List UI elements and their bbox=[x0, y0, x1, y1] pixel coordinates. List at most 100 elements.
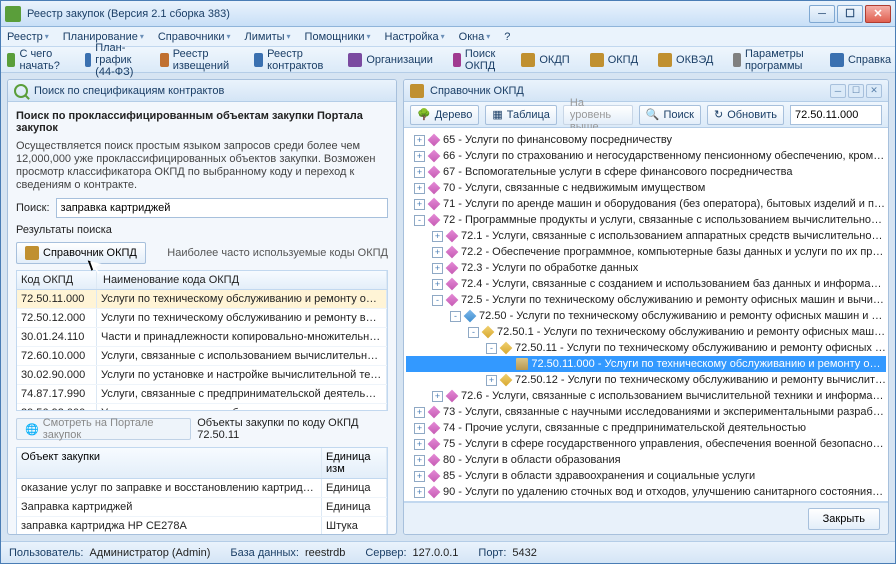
table-view-button[interactable]: ▦Таблица bbox=[485, 105, 557, 125]
tree-node[interactable]: +80 - Услуги в области образования bbox=[406, 452, 886, 468]
col-unit-header[interactable]: Единица изм bbox=[322, 448, 387, 478]
result-row[interactable]: 72.60.10.000Услуги, связанные с использо… bbox=[17, 347, 387, 366]
tree-node[interactable]: +65 - Услуги по финансовому посредничест… bbox=[406, 132, 886, 148]
view-on-portal-button[interactable]: 🌐 Смотреть на Портале закупок bbox=[16, 418, 191, 440]
panel-maximize-button[interactable]: ☐ bbox=[848, 84, 864, 98]
menu-настройка[interactable]: Настройка ▾ bbox=[385, 31, 445, 43]
pink-icon bbox=[428, 486, 441, 499]
code-input[interactable] bbox=[790, 105, 882, 125]
maximize-button[interactable]: ☐ bbox=[837, 5, 863, 23]
result-row[interactable]: 74.87.17.990Услуги, связанные с предприн… bbox=[17, 385, 387, 404]
toolbar-с-чего-начать?[interactable]: С чего начать? bbox=[7, 48, 65, 72]
tree-node[interactable]: +72.2 - Обеспечение программное, компьют… bbox=[406, 244, 886, 260]
level-up-button[interactable]: На уровень выше bbox=[563, 105, 633, 125]
tree-node[interactable]: -72.50 - Услуги по техническому обслужив… bbox=[406, 308, 886, 324]
expander-icon[interactable]: + bbox=[414, 151, 425, 162]
expander-icon[interactable]: + bbox=[432, 391, 443, 402]
toolbar-организации[interactable]: Организации bbox=[348, 53, 433, 67]
result-row[interactable]: 72.50.11.000Услуги по техническому обслу… bbox=[17, 290, 387, 309]
col-object-header[interactable]: Объект закупки bbox=[17, 448, 322, 478]
result-row[interactable]: 72.50.12.000Услуги по техническому обслу… bbox=[17, 309, 387, 328]
expander-icon[interactable]: + bbox=[414, 455, 425, 466]
tree-node[interactable]: +75 - Услуги в сфере государственного уп… bbox=[406, 436, 886, 452]
menu-справочники[interactable]: Справочники ▾ bbox=[158, 31, 231, 43]
minimize-button[interactable]: ─ bbox=[809, 5, 835, 23]
toolbar-окпд[interactable]: ОКПД bbox=[590, 53, 638, 67]
menu-окна[interactable]: Окна ▾ bbox=[459, 31, 491, 43]
expander-icon[interactable]: + bbox=[432, 247, 443, 258]
expander-icon[interactable]: + bbox=[432, 263, 443, 274]
close-button[interactable]: Закрыть bbox=[808, 508, 880, 530]
expander-icon[interactable]: - bbox=[486, 343, 497, 354]
panel-minimize-button[interactable]: ─ bbox=[830, 84, 846, 98]
result-row[interactable]: 29.56.92.000Услуги по техническому обслу… bbox=[17, 404, 387, 410]
refresh-button[interactable]: ↻Обновить bbox=[707, 105, 784, 125]
results-label: Результаты поиска bbox=[16, 224, 388, 236]
expander-icon[interactable]: + bbox=[414, 439, 425, 450]
panel-close-button[interactable]: ✕ bbox=[866, 84, 882, 98]
search-button[interactable]: 🔍Поиск bbox=[639, 105, 701, 125]
tree-node[interactable]: +85 - Услуги в области здравоохранения и… bbox=[406, 468, 886, 484]
tree-node[interactable]: -72.50.11 - Услуги по техническому обслу… bbox=[406, 340, 886, 356]
menu-?[interactable]: ? bbox=[504, 31, 510, 43]
result-row[interactable]: 30.02.90.000Услуги по установке и настро… bbox=[17, 366, 387, 385]
menu-лимиты[interactable]: Лимиты ▾ bbox=[245, 31, 291, 43]
expander-icon[interactable]: + bbox=[414, 407, 425, 418]
tree-node[interactable]: +73 - Услуги, связанные с научными иссле… bbox=[406, 404, 886, 420]
expander-icon[interactable]: + bbox=[414, 167, 425, 178]
tree-node[interactable]: +70 - Услуги, связанные с недвижимым иму… bbox=[406, 180, 886, 196]
tree-node[interactable]: +74 - Прочие услуги, связанные с предпри… bbox=[406, 420, 886, 436]
toolbar-реестр-извещений[interactable]: Реестр извещений bbox=[160, 48, 234, 72]
expander-icon[interactable]: - bbox=[432, 295, 443, 306]
toolbar-оквэд[interactable]: ОКВЭД bbox=[658, 53, 713, 67]
tree-node[interactable]: 72.50.11.000 - Услуги по техническому об… bbox=[406, 356, 886, 372]
object-row[interactable]: заправка картриджа HP CE278AШтука bbox=[17, 517, 387, 534]
col-name-header[interactable]: Наименование кода ОКПД bbox=[99, 271, 387, 289]
toolbar-справка[interactable]: Справка bbox=[830, 53, 891, 67]
expander-icon[interactable]: - bbox=[414, 215, 425, 226]
spravochnik-okpd-button[interactable]: Справочник ОКПД bbox=[16, 242, 146, 264]
tree-node[interactable]: +72.50.12 - Услуги по техническому обслу… bbox=[406, 372, 886, 388]
tree-node[interactable]: +71 - Услуги по аренде машин и оборудова… bbox=[406, 196, 886, 212]
statusbar: Пользователь:Администратор (Admin) База … bbox=[1, 541, 895, 563]
tree-node[interactable]: +67 - Вспомогательные услуги в сфере фин… bbox=[406, 164, 886, 180]
tree-node[interactable]: -72.5 - Услуги по техническому обслужива… bbox=[406, 292, 886, 308]
expander-icon[interactable]: + bbox=[414, 471, 425, 482]
toolbar-параметры-программы[interactable]: Параметры программы bbox=[733, 48, 810, 72]
tree-node[interactable]: +90 - Услуги по удалению сточных вод и о… bbox=[406, 484, 886, 500]
expander-icon[interactable]: + bbox=[414, 423, 425, 434]
expander-icon[interactable]: + bbox=[414, 199, 425, 210]
tree-node[interactable]: +72.3 - Услуги по обработке данных bbox=[406, 260, 886, 276]
expander-icon[interactable]: + bbox=[414, 135, 425, 146]
tree-view-button[interactable]: 🌳Дерево bbox=[410, 105, 479, 125]
tree-node[interactable]: +72.4 - Услуги, связанные с созданием и … bbox=[406, 276, 886, 292]
tree-node[interactable]: +72.6 - Услуги, связанные с использовани… bbox=[406, 388, 886, 404]
tree-node[interactable]: -72.50.1 - Услуги по техническому обслуж… bbox=[406, 324, 886, 340]
expander-icon[interactable]: + bbox=[432, 279, 443, 290]
col-code-header[interactable]: Код ОКПД bbox=[17, 271, 97, 289]
tree-node[interactable]: +66 - Услуги по страхованию и негосударс… bbox=[406, 148, 886, 164]
toolbar-реестр-контрактов[interactable]: Реестр контрактов bbox=[254, 48, 328, 72]
menu-помощники[interactable]: Помощники ▾ bbox=[305, 31, 371, 43]
result-row[interactable]: 30.01.24.110Части и принадлежности копир… bbox=[17, 328, 387, 347]
expander-icon[interactable]: + bbox=[414, 487, 425, 498]
tree-node[interactable]: +72.1 - Услуги, связанные с использовани… bbox=[406, 228, 886, 244]
expander-icon[interactable]: + bbox=[486, 375, 497, 386]
yellow-icon bbox=[500, 342, 513, 355]
toolbar-окдп[interactable]: ОКДП bbox=[521, 53, 569, 67]
toolbar-поиск-окпд[interactable]: Поиск ОКПД bbox=[453, 48, 501, 72]
tree-node[interactable]: -72 - Программные продукты и услуги, свя… bbox=[406, 212, 886, 228]
object-row[interactable]: оказание услуг по заправке и восстановле… bbox=[17, 479, 387, 498]
magnify-icon: 🔍 bbox=[646, 108, 660, 121]
close-window-button[interactable]: ✕ bbox=[865, 5, 891, 23]
search-input[interactable] bbox=[56, 198, 388, 218]
object-row[interactable]: Заправка картриджейЕдиница bbox=[17, 498, 387, 517]
okpd-tree[interactable]: +65 - Услуги по финансовому посредничест… bbox=[404, 128, 888, 502]
app-window: Реестр закупок (Версия 2.1 сборка 383) ─… bbox=[0, 0, 896, 564]
expander-icon[interactable]: + bbox=[414, 183, 425, 194]
expander-icon[interactable]: - bbox=[468, 327, 479, 338]
expander-icon[interactable]: - bbox=[450, 311, 461, 322]
menu-реестр[interactable]: Реестр ▾ bbox=[7, 31, 49, 43]
objects-label: Объекты закупки по коду ОКПД 72.50.11 bbox=[197, 417, 388, 441]
expander-icon[interactable]: + bbox=[432, 231, 443, 242]
